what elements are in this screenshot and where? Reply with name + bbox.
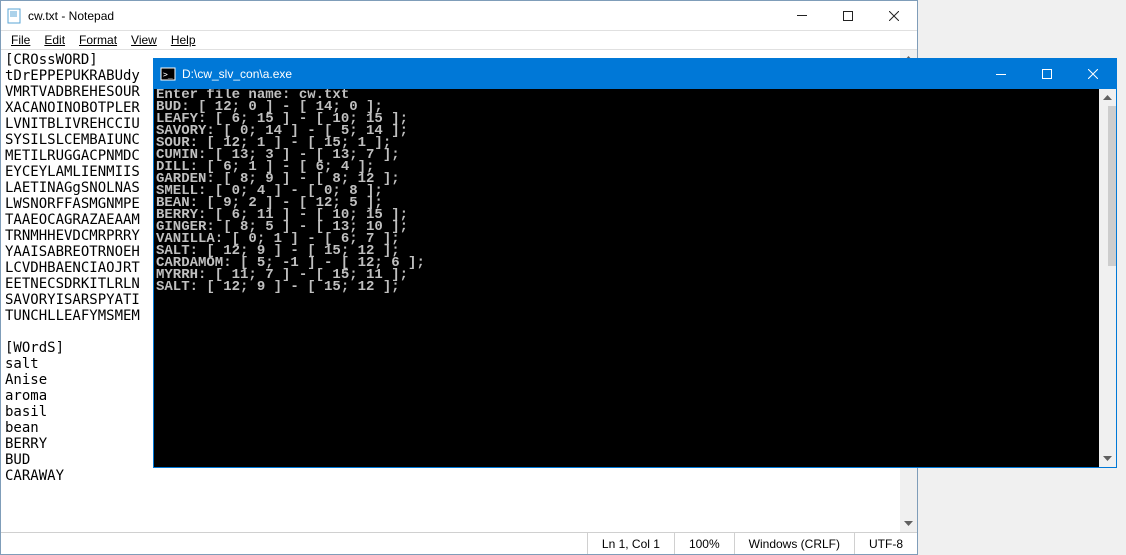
console-scrollbar[interactable]: [1099, 89, 1116, 467]
minimize-button[interactable]: [978, 59, 1024, 89]
menu-help[interactable]: Help: [165, 32, 202, 48]
notepad-window-buttons: [779, 1, 917, 31]
menu-edit[interactable]: Edit: [38, 32, 71, 48]
menu-file[interactable]: File: [5, 32, 36, 48]
scroll-thumb[interactable]: [1108, 106, 1117, 266]
minimize-button[interactable]: [779, 1, 825, 31]
console-title: D:\cw_slv_con\a.exe: [182, 67, 978, 81]
maximize-button[interactable]: [1024, 59, 1070, 89]
notepad-titlebar[interactable]: cw.txt - Notepad: [1, 1, 917, 31]
menu-format[interactable]: Format: [73, 32, 123, 48]
scroll-down-icon[interactable]: [900, 515, 917, 532]
close-button[interactable]: [871, 1, 917, 31]
status-spacer: [1, 533, 588, 554]
notepad-title: cw.txt - Notepad: [28, 9, 779, 23]
scroll-up-icon[interactable]: [1099, 89, 1116, 106]
scroll-down-icon[interactable]: [1099, 450, 1116, 467]
notepad-statusbar: Ln 1, Col 1 100% Windows (CRLF) UTF-8: [1, 532, 917, 554]
svg-text:>_: >_: [163, 70, 173, 79]
notepad-icon: [7, 8, 23, 24]
status-position: Ln 1, Col 1: [588, 533, 675, 554]
menu-view[interactable]: View: [125, 32, 163, 48]
console-titlebar[interactable]: >_ D:\cw_slv_con\a.exe: [154, 59, 1116, 89]
console-window-buttons: [978, 59, 1116, 89]
status-zoom: 100%: [675, 533, 735, 554]
status-encoding: UTF-8: [855, 533, 917, 554]
close-button[interactable]: [1070, 59, 1116, 89]
notepad-menubar: File Edit Format View Help: [1, 31, 917, 50]
console-body: Enter file name: cw.txt BUD: [ 12; 0 ] -…: [154, 89, 1116, 467]
console-output[interactable]: Enter file name: cw.txt BUD: [ 12; 0 ] -…: [154, 89, 1099, 467]
console-window: >_ D:\cw_slv_con\a.exe Enter file name: …: [153, 58, 1117, 468]
maximize-button[interactable]: [825, 1, 871, 31]
status-crlf: Windows (CRLF): [735, 533, 855, 554]
console-icon: >_: [160, 66, 176, 82]
